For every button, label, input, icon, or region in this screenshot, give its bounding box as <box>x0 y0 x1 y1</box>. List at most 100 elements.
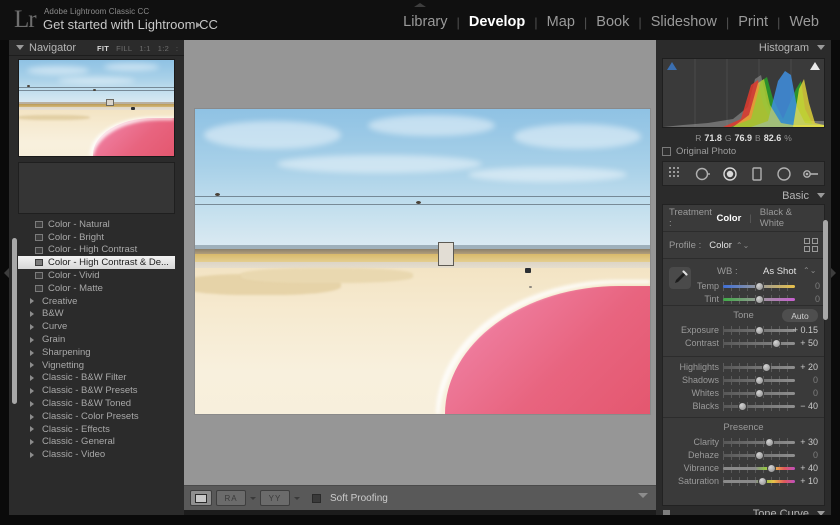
chevron-right-icon[interactable] <box>30 375 34 381</box>
saturation-slider-knob[interactable] <box>758 477 767 486</box>
module-library[interactable]: Library <box>394 14 456 30</box>
preset-item[interactable]: Color - High Contrast <box>18 244 175 257</box>
before-after-button[interactable]: RA <box>216 490 246 506</box>
auto-tone-button[interactable]: Auto <box>782 309 818 322</box>
left-panel-scrollbar[interactable] <box>12 238 17 404</box>
module-book[interactable]: Book <box>587 14 638 30</box>
preset-group[interactable]: Grain <box>18 333 175 346</box>
navigator-header[interactable]: Navigator FITFILL1:11:2: <box>9 40 184 56</box>
compare-dropdown-icon[interactable] <box>294 497 300 500</box>
contrast-slider-value[interactable]: + 50 <box>800 338 818 348</box>
dehaze-slider-value[interactable]: 0 <box>813 450 818 460</box>
dehaze-slider-knob[interactable] <box>755 451 764 460</box>
navigator-zoom-fit[interactable]: FIT <box>97 44 109 53</box>
highlights-slider-value[interactable]: + 20 <box>800 362 818 372</box>
histogram-disclosure-icon[interactable] <box>817 45 825 50</box>
soft-proofing-checkbox[interactable] <box>312 494 321 503</box>
image-canvas[interactable] <box>184 40 656 485</box>
navigator-disclosure-icon[interactable] <box>16 45 24 50</box>
clarity-slider-value[interactable]: + 30 <box>800 437 818 447</box>
tint-slider-knob[interactable] <box>755 295 764 304</box>
shadows-slider-value[interactable]: 0 <box>813 375 818 385</box>
preset-group[interactable]: Classic - Effects <box>18 423 175 436</box>
preset-group[interactable]: Classic - B&W Filter <box>18 372 175 385</box>
preset-item[interactable]: Color - Natural <box>18 218 175 231</box>
navigator-zoom-1-1[interactable]: 1:1 <box>139 44 150 53</box>
compare-view-button[interactable]: YY <box>260 490 290 506</box>
module-slideshow[interactable]: Slideshow <box>642 14 726 30</box>
chevron-right-icon[interactable] <box>30 388 34 394</box>
before-after-dropdown-icon[interactable] <box>250 497 256 500</box>
preset-group[interactable]: Creative <box>18 295 175 308</box>
vibrance-slider-knob[interactable] <box>767 464 776 473</box>
chevron-right-icon[interactable] <box>30 298 34 304</box>
preset-item[interactable]: Color - Bright <box>18 231 175 244</box>
basic-disclosure-icon[interactable] <box>817 193 825 198</box>
preset-group[interactable]: Classic - Video <box>18 448 175 461</box>
blacks-slider-track[interactable] <box>723 405 795 408</box>
whites-slider-value[interactable]: 0 <box>813 388 818 398</box>
preset-group[interactable]: Vignetting <box>18 359 175 372</box>
temp-slider-value[interactable]: 0 <box>815 281 820 291</box>
profile-value[interactable]: Color <box>709 240 732 251</box>
graduated-filter-icon[interactable] <box>748 165 766 183</box>
preset-group[interactable]: B&W <box>18 308 175 321</box>
right-panel-scrollbar[interactable] <box>823 220 828 320</box>
preset-group[interactable]: Curve <box>18 320 175 333</box>
loupe-view-button[interactable] <box>190 490 212 506</box>
highlight-clipping-indicator[interactable] <box>810 62 820 70</box>
crop-overlay-icon[interactable] <box>667 165 685 183</box>
exposure-slider-value[interactable]: + 0.15 <box>793 325 818 335</box>
chevron-right-icon[interactable] <box>30 350 34 356</box>
chevron-right-icon[interactable] <box>30 401 34 407</box>
navigator-preview[interactable] <box>18 59 175 157</box>
module-develop[interactable]: Develop <box>460 14 534 30</box>
temp-slider-knob[interactable] <box>755 282 764 291</box>
chevron-right-icon[interactable] <box>30 426 34 432</box>
histogram-graph[interactable] <box>662 58 825 128</box>
preset-item[interactable]: Color - High Contrast & De... <box>18 256 175 269</box>
histogram-header[interactable]: Histogram <box>656 40 831 56</box>
contrast-slider-knob[interactable] <box>772 339 781 348</box>
chevron-right-icon[interactable] <box>30 324 34 330</box>
vibrance-slider-track[interactable] <box>723 467 795 470</box>
spot-removal-icon[interactable] <box>694 165 712 183</box>
blacks-slider-knob[interactable] <box>738 402 747 411</box>
radial-filter-icon[interactable] <box>775 165 793 183</box>
vibrance-slider-value[interactable]: + 40 <box>800 463 818 473</box>
highlights-slider-knob[interactable] <box>762 363 771 372</box>
original-photo-row[interactable]: Original Photo <box>662 144 825 158</box>
chevron-right-icon[interactable] <box>30 439 34 445</box>
preset-group[interactable]: Classic - B&W Toned <box>18 397 175 410</box>
preset-group[interactable]: Classic - B&W Presets <box>18 384 175 397</box>
red-eye-correction-icon[interactable] <box>721 165 739 183</box>
navigator-zoom-1-2[interactable]: 1:2 <box>158 44 169 53</box>
toolbar-options-dropdown-icon[interactable] <box>638 493 648 498</box>
module-map[interactable]: Map <box>538 14 584 30</box>
chevron-right-icon[interactable] <box>30 337 34 343</box>
chevron-right-icon[interactable] <box>30 414 34 420</box>
treatment-color-option[interactable]: Color <box>716 213 741 224</box>
navigator-zoom-fill[interactable]: FILL <box>116 44 132 53</box>
wb-stepper-icon[interactable]: ⌃⌄ <box>803 266 816 275</box>
highlights-slider-track[interactable] <box>723 366 795 369</box>
preset-group[interactable]: Classic - General <box>18 436 175 449</box>
collapse-top-panel-arrow-icon[interactable] <box>414 3 426 7</box>
preset-group[interactable]: Classic - Color Presets <box>18 410 175 423</box>
contrast-slider-track[interactable] <box>723 342 795 345</box>
basic-panel-header[interactable]: Basic <box>656 188 831 204</box>
whites-slider-knob[interactable] <box>755 389 764 398</box>
clarity-slider-knob[interactable] <box>765 438 774 447</box>
chevron-right-icon[interactable] <box>30 452 34 458</box>
collapse-right-panel-arrow-icon[interactable] <box>831 268 836 278</box>
catalog-dropdown-arrow-icon[interactable] <box>196 22 201 28</box>
treatment-bw-option[interactable]: Black & White <box>760 207 818 229</box>
module-web[interactable]: Web <box>780 14 828 30</box>
main-photo[interactable] <box>195 109 650 414</box>
clarity-slider-track[interactable] <box>723 441 795 444</box>
preset-item[interactable]: Color - Matte <box>18 282 175 295</box>
profile-browser-button[interactable] <box>804 238 818 252</box>
exposure-slider-knob[interactable] <box>755 326 764 335</box>
adjustment-brush-icon[interactable] <box>802 165 820 183</box>
navigator-more-icon[interactable]: : <box>176 46 178 53</box>
